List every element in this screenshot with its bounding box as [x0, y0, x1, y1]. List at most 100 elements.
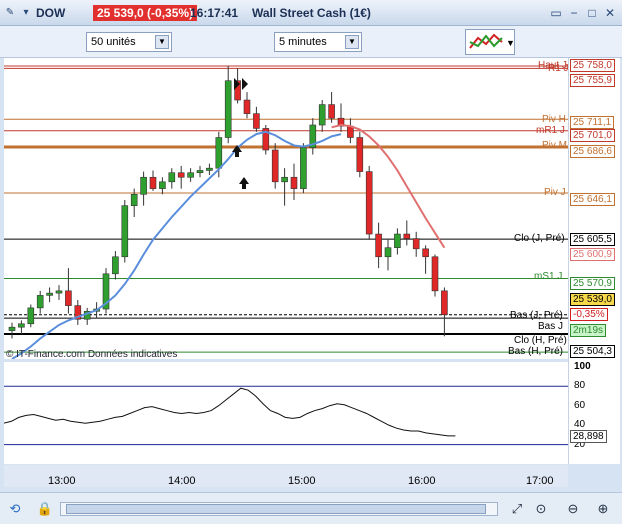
time-axis[interactable]: 13:00 14:00 15:00 16:00 17:00: [4, 465, 568, 487]
indicator-tick: 80: [574, 380, 586, 392]
indicator-value-tag: 28,898: [570, 429, 607, 443]
candle-body: [253, 113, 260, 129]
indicator-chart[interactable]: [3, 362, 568, 464]
candle-body: [318, 104, 326, 126]
price-tag: 25 686,6: [570, 145, 615, 158]
price-chart-panel[interactable]: Haut J R1 J Piv HmR1 J Piv M Piv J Clo (J, Pr…: [4, 58, 569, 360]
candle-body: [281, 176, 288, 183]
interval-select[interactable]: 5 minutes ▼: [274, 32, 362, 52]
price-tag: 2m19s: [570, 324, 607, 337]
maximize-icon[interactable]: □: [584, 5, 600, 21]
time-tick: 13:00: [48, 475, 76, 487]
restore-icon[interactable]: ▭: [548, 5, 564, 21]
price-tag: 25 600,9: [570, 248, 615, 261]
candle-body: [36, 295, 44, 309]
candle-body: [112, 256, 119, 275]
time-tick: 15:00: [288, 475, 316, 487]
level-label: Bas J: [538, 321, 563, 332]
share-icon[interactable]: ⟲: [6, 500, 24, 518]
title-bar: ✎ ▾ DOW 25 539,0 (-0,35%) 16:17:41 Wall …: [0, 0, 622, 26]
level-label: Clo (H, Pré): [514, 335, 567, 346]
price-tag: 25 605,5: [570, 233, 615, 246]
candle-body: [224, 80, 232, 138]
indicator-panel[interactable]: [3, 362, 568, 464]
candle-body: [271, 149, 279, 183]
level-label: Piv H: [542, 114, 566, 125]
fit-icon[interactable]: ⤢: [508, 500, 526, 518]
candle-body: [328, 104, 335, 119]
zoom-in-icon[interactable]: ⊕: [594, 500, 612, 518]
candle-body: [130, 194, 138, 206]
candle-body: [55, 290, 63, 294]
level-label: R1 J: [548, 63, 568, 74]
candle-body: [140, 176, 147, 195]
lock-icon[interactable]: 🔒: [36, 500, 54, 518]
level-label: Clo (J, Pré): [514, 233, 565, 244]
candle-body: [18, 323, 25, 328]
horizontal-scrollbar[interactable]: [60, 502, 498, 516]
time-tick: 16:00: [408, 475, 436, 487]
price-tag: 25 701,0: [570, 129, 615, 142]
candle-body: [431, 256, 439, 292]
candle-body: [65, 290, 72, 306]
chevron-down-icon[interactable]: ▼: [155, 35, 169, 49]
chart-tools-icon: ▼: [469, 33, 515, 49]
price-chart[interactable]: Haut JR1 JPiv HmR1 JPiv MPiv JClo (J, Pr…: [4, 58, 569, 360]
candle-body: [412, 238, 420, 250]
chevron-down-icon[interactable]: ▼: [345, 35, 359, 49]
svg-text:▼: ▼: [506, 38, 514, 48]
buy-arrow-icon: [239, 177, 249, 189]
time-tick: 14:00: [168, 475, 196, 487]
close-icon[interactable]: ✕: [602, 5, 618, 21]
clock-label: 16:17:41: [190, 6, 239, 20]
interval-select-value: 5 minutes: [279, 36, 327, 48]
price-change-badge: 25 539,0 (-0,35%): [93, 5, 198, 21]
credit-text: © IT-Finance.com Données indicatives: [6, 349, 178, 360]
candle-body: [356, 137, 364, 172]
candle-body: [375, 233, 382, 258]
scrollbar-thumb[interactable]: [66, 504, 486, 514]
indicator-tick: 100: [574, 360, 591, 372]
level-label: mS1 J: [534, 271, 562, 282]
zoom-reset-icon[interactable]: ⊙: [532, 500, 550, 518]
candle-body: [46, 292, 53, 296]
candle-body: [196, 170, 204, 174]
candle-body: [403, 233, 411, 239]
candle-body: [187, 172, 194, 178]
level-label: Piv J: [544, 187, 566, 198]
candle-body: [365, 171, 373, 235]
marker-icon: [242, 78, 248, 90]
tools-icon[interactable]: ✎: [4, 7, 16, 19]
candle-body: [206, 167, 213, 171]
candle-body: [168, 172, 176, 183]
units-select-value: 50 unités: [91, 36, 136, 48]
candle-body: [300, 147, 307, 189]
minimize-icon[interactable]: −: [566, 5, 582, 21]
candle-body: [149, 176, 157, 189]
symbol-label[interactable]: DOW: [36, 6, 65, 20]
candle-body: [384, 247, 392, 258]
level-label: Piv M: [542, 140, 567, 151]
candle-body: [215, 137, 223, 169]
price-tag: 25 539,0: [570, 293, 615, 306]
indicator-tick: 60: [574, 399, 586, 411]
candle-body: [177, 172, 185, 178]
price-tag: 25 504,3: [570, 345, 615, 358]
candle-body: [422, 248, 429, 258]
bottom-bar: ⟲ 🔒 ⤢ ⊙ ⊖ ⊕: [0, 492, 622, 524]
level-label: Bas (H, Pré): [508, 346, 563, 357]
dropdown-icon[interactable]: ▾: [20, 7, 32, 19]
price-tag: 25 758,0: [570, 59, 615, 72]
candle-body: [159, 181, 166, 189]
toolbar: 50 unités ▼ 5 minutes ▼ ▼ §: [0, 26, 622, 75]
zoom-out-icon[interactable]: ⊖: [564, 500, 582, 518]
ma-slow-line: [331, 124, 446, 249]
oscillator-line: [3, 387, 456, 437]
price-tag: 25 646,1: [570, 193, 615, 206]
candle-body: [394, 233, 401, 248]
level-label: Bas (J, Pré): [510, 310, 563, 321]
units-select[interactable]: 50 unités ▼: [86, 32, 172, 52]
price-tag: 25 570,9: [570, 277, 615, 290]
chart-tools-button[interactable]: ▼: [465, 29, 515, 55]
instrument-name: Wall Street Cash (1€): [252, 6, 371, 20]
